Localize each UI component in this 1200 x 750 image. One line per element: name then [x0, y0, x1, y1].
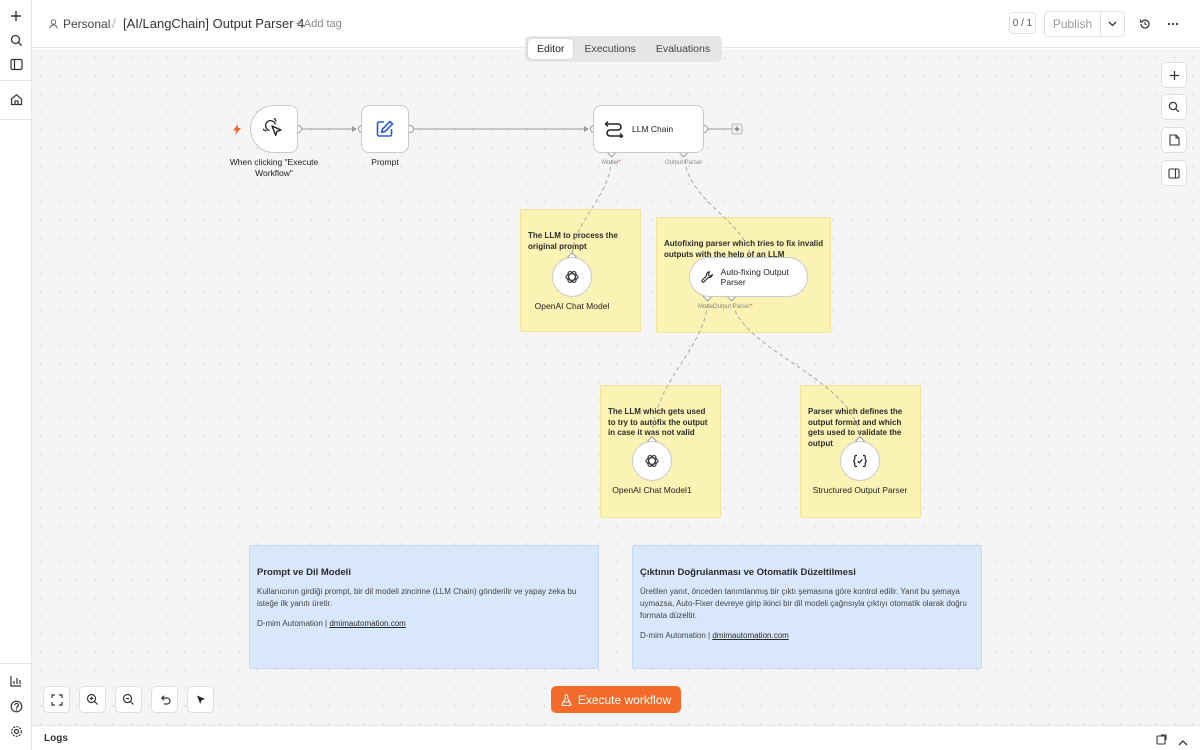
zoom-in-icon[interactable]: [79, 686, 106, 713]
chevron-up-icon[interactable]: [1178, 733, 1190, 746]
trigger-node[interactable]: [250, 105, 298, 153]
execute-workflow-label: Execute workflow: [577, 692, 672, 707]
add-tag-button[interactable]: + Add tag: [295, 18, 342, 30]
chevron-down-icon: [1108, 21, 1117, 27]
user-icon: [49, 19, 58, 29]
select-tool-icon[interactable]: [187, 686, 214, 713]
chain-link-icon: [604, 121, 624, 138]
handle-text: Model: [602, 160, 619, 166]
braces-icon: [852, 454, 868, 468]
required-mark: *: [618, 160, 621, 166]
auto-fixing-parser-node[interactable]: Auto-fixing Output Parser: [689, 257, 808, 297]
prompt-node[interactable]: [361, 105, 409, 153]
trigger-node-label: When clicking "Execute Workflow": [229, 157, 319, 178]
cursor-click-icon: [263, 118, 282, 136]
publish-button[interactable]: Publish: [1045, 12, 1101, 36]
undo-icon[interactable]: [151, 686, 178, 713]
sidebar-toggle-icon[interactable]: [6, 54, 26, 74]
publish-dropdown-button[interactable]: [1101, 12, 1124, 36]
popout-icon[interactable]: [1156, 732, 1168, 745]
add-node-icon[interactable]: [1161, 62, 1187, 88]
history-icon[interactable]: [1135, 14, 1155, 34]
view-tabs: Editor Executions Evaluations: [525, 36, 723, 62]
insights-icon[interactable]: [6, 671, 26, 691]
plus-icon[interactable]: [6, 6, 26, 26]
autofix-output-parser-handle-label: Output Parser*: [713, 304, 753, 310]
required-mark: *: [750, 304, 753, 310]
lightning-icon: [233, 124, 241, 135]
model-handle-label: Model*: [602, 160, 621, 166]
project-name: Personal: [63, 17, 111, 31]
fit-view-icon[interactable]: [43, 686, 70, 713]
wrench-icon: [701, 271, 713, 283]
active-counter-badge: 0 / 1: [1009, 12, 1036, 34]
openai-logo-icon: [645, 455, 659, 467]
auto-fixing-parser-label: Auto-fixing Output Parser: [720, 267, 789, 287]
breadcrumb-separator: /: [112, 15, 116, 31]
edit-icon: [376, 120, 394, 137]
tab-executions[interactable]: Executions: [575, 39, 644, 59]
panel-toggle-icon[interactable]: [1161, 160, 1187, 186]
logs-label: Logs: [44, 733, 68, 744]
flask-icon: [561, 693, 572, 706]
left-icon-rail: [0, 0, 32, 750]
openai-chat-model1-node[interactable]: [632, 441, 672, 481]
zoom-out-icon[interactable]: [115, 686, 142, 713]
openai-logo-icon: [565, 271, 579, 283]
sticky-note-icon[interactable]: [1161, 127, 1187, 153]
settings-icon[interactable]: [6, 721, 26, 741]
search-icon[interactable]: [6, 30, 26, 50]
output-parser-handle-label: Output Parser: [665, 160, 703, 166]
tab-editor[interactable]: Editor: [528, 39, 574, 59]
llm-chain-node[interactable]: LLM Chain: [593, 105, 704, 153]
breadcrumb-project[interactable]: Personal: [49, 17, 110, 31]
tab-evaluations[interactable]: Evaluations: [647, 39, 719, 59]
search-node-icon[interactable]: [1161, 94, 1187, 120]
autofix-model-handle-label: Model: [698, 304, 715, 310]
openai-chat-model1-label: OpenAI Chat Model1: [612, 485, 692, 495]
structured-output-parser-label: Structured Output Parser: [812, 485, 908, 495]
publish-button-group: Publish: [1044, 11, 1125, 37]
handle-text: Output Parser: [713, 304, 751, 310]
logs-panel-bar[interactable]: Logs: [32, 725, 1200, 750]
llm-chain-label: LLM Chain: [632, 124, 674, 134]
execute-workflow-button[interactable]: Execute workflow: [551, 686, 681, 713]
more-options-icon[interactable]: [1163, 14, 1183, 34]
prompt-node-label: Prompt: [371, 157, 399, 167]
home-icon[interactable]: [6, 89, 26, 109]
structured-output-parser-node[interactable]: [840, 441, 880, 481]
openai-chat-model-node[interactable]: [552, 257, 592, 297]
help-icon[interactable]: [6, 696, 26, 716]
openai-chat-model-label: OpenAI Chat Model: [534, 301, 610, 311]
workflow-canvas[interactable]: The LLM to process the original prompt A…: [32, 49, 1200, 725]
workflow-title[interactable]: [AI/LangChain] Output Parser 4: [123, 16, 304, 31]
